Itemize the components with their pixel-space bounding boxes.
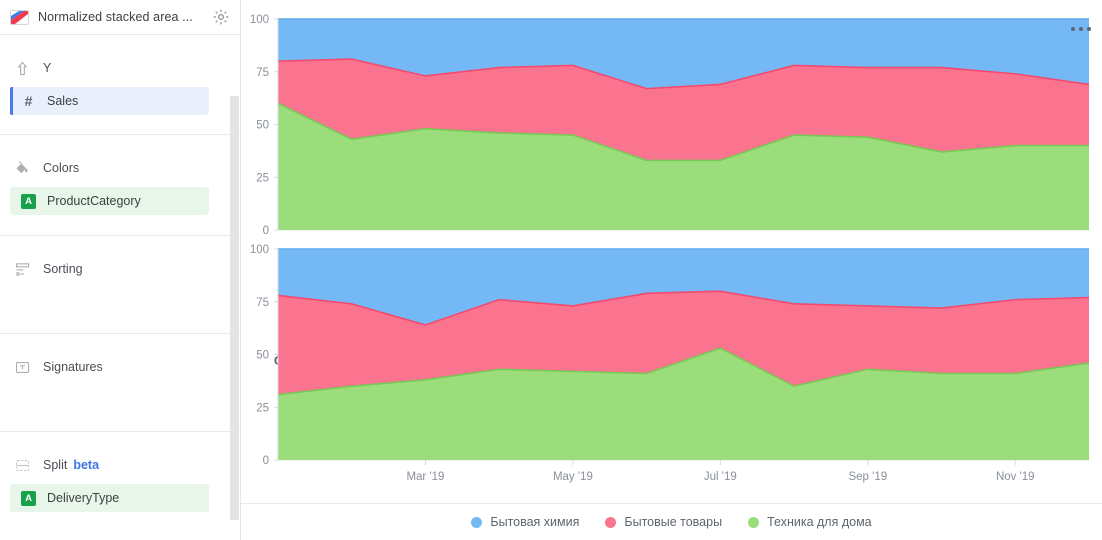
field-chip-label: ProductCategory xyxy=(47,194,141,208)
section-header-sorting: Sorting xyxy=(0,236,240,282)
text-box-icon xyxy=(12,357,32,377)
section-title-signatures: Signatures xyxy=(43,360,103,374)
x-tick-label: Nov '19 xyxy=(996,471,1035,483)
split-icon xyxy=(12,455,32,475)
widget-title: Normalized stacked area ... xyxy=(38,10,193,24)
chart-container: Доставка Самовывоз 02550751000255075100M… xyxy=(241,0,1102,540)
section-header-split: Split beta xyxy=(0,432,240,478)
settings-sidebar: Normalized stacked area ... Y # Sales Co… xyxy=(0,0,241,540)
arrow-up-icon xyxy=(12,58,32,78)
stacked-area-chart[interactable]: 0 25 50 75 100 0 25 50 75 100 Mar '19 May '19 Jul '1… xyxy=(241,0,1102,503)
sidebar-sections: Y # Sales Colors A ProductCategory Sorti… xyxy=(0,35,240,540)
app-root: Normalized stacked area ... Y # Sales Co… xyxy=(0,0,1102,540)
y-tick-label: 75 xyxy=(256,297,269,309)
y-tick-label: 0 xyxy=(263,225,269,237)
sidebar-header: Normalized stacked area ... xyxy=(0,0,240,35)
attribute-badge-icon: A xyxy=(21,490,36,506)
attribute-badge-icon: A xyxy=(21,193,36,209)
section-title-split: Split xyxy=(43,458,68,472)
legend-color-swatch xyxy=(748,516,760,528)
x-axis: Mar '19 May '19 Jul '19 Sep '19 Nov '19 xyxy=(406,460,1035,483)
section-title-y: Y xyxy=(43,61,52,75)
measure-badge-icon: # xyxy=(24,93,33,109)
gear-icon[interactable] xyxy=(212,8,230,26)
sidebar-section-y: Y # Sales xyxy=(0,35,240,135)
chart-panel-0: 0 25 50 75 100 xyxy=(250,14,1090,237)
more-options-icon[interactable] xyxy=(1071,27,1091,31)
legend-color-swatch xyxy=(471,516,483,528)
sidebar-section-colors: Colors A ProductCategory xyxy=(0,135,240,236)
field-chip-productcategory[interactable]: A ProductCategory xyxy=(10,187,209,215)
y-tick-label: 100 xyxy=(250,14,269,26)
chart-panel-1: 0 25 50 75 100 xyxy=(250,244,1090,467)
sort-icon xyxy=(12,259,32,279)
y-tick-label: 50 xyxy=(256,350,269,362)
legend-label: Техника для дома xyxy=(767,515,872,529)
y-tick-label: 75 xyxy=(256,67,269,79)
section-header-y: Y xyxy=(0,35,240,81)
y-tick-label: 100 xyxy=(250,244,269,256)
sidebar-section-sorting: Sorting xyxy=(0,236,240,334)
x-tick-label: Mar '19 xyxy=(406,471,444,483)
y-tick-label: 25 xyxy=(256,172,269,184)
sidebar-section-signatures: Signatures xyxy=(0,334,240,432)
legend-label: Бытовая химия xyxy=(490,515,580,529)
section-header-colors: Colors xyxy=(0,135,240,181)
sidebar-scrollbar-thumb[interactable] xyxy=(230,96,239,520)
y-tick-label: 50 xyxy=(256,120,269,132)
legend-label: Бытовые товары xyxy=(624,515,723,529)
legend-color-swatch xyxy=(605,516,617,528)
field-chip-sales[interactable]: # Sales xyxy=(10,87,209,115)
legend-item[interactable]: Техника для дома xyxy=(748,515,872,529)
chart-panel: Доставка Самовывоз 02550751000255075100M… xyxy=(241,0,1102,540)
beta-badge: beta xyxy=(73,458,100,472)
legend-item[interactable]: Бытовая химия xyxy=(471,515,579,529)
x-tick-label: Sep '19 xyxy=(848,471,887,483)
y-tick-label: 25 xyxy=(256,402,269,414)
chart-legend: Бытовая химия Бытовые товары Техника для д… xyxy=(241,503,1102,540)
x-tick-label: May '19 xyxy=(553,471,593,483)
section-title-colors: Colors xyxy=(43,161,80,175)
sidebar-section-split: Split beta A DeliveryType xyxy=(0,432,240,539)
field-chip-deliverytype[interactable]: A DeliveryType xyxy=(10,484,209,512)
field-chip-label: DeliveryType xyxy=(47,491,120,505)
y-tick-label: 0 xyxy=(263,455,269,467)
legend-item[interactable]: Бытовые товары xyxy=(605,515,722,529)
section-title-sorting: Sorting xyxy=(43,262,83,276)
app-logo-icon xyxy=(10,9,29,25)
paint-bucket-icon xyxy=(12,158,32,178)
x-tick-label: Jul '19 xyxy=(704,471,737,483)
field-chip-label: Sales xyxy=(47,94,79,108)
